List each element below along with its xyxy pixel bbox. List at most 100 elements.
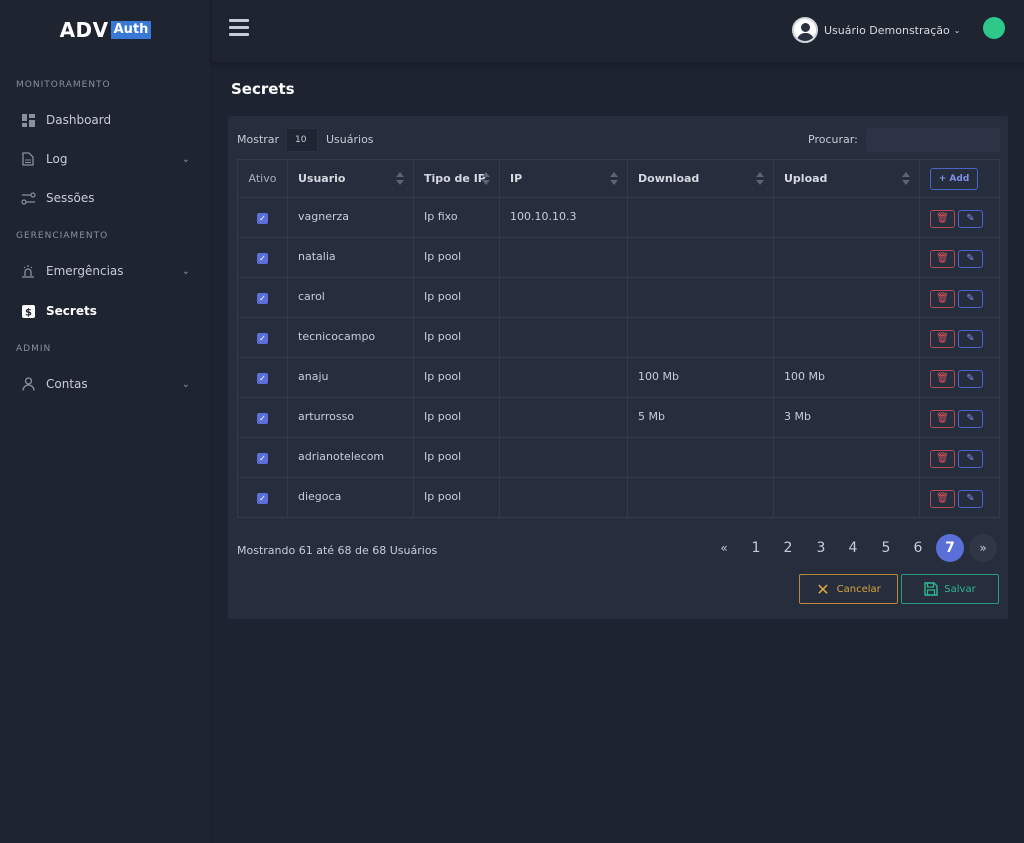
pagination-page[interactable]: 6	[904, 534, 932, 562]
chevron-down-icon: ⌄	[181, 265, 190, 277]
active-checkbox[interactable]: ✓	[257, 293, 268, 304]
download-cell: 100 Mb	[627, 357, 774, 398]
user-icon	[20, 376, 36, 392]
edit-button[interactable]: ✎	[958, 450, 983, 468]
edit-button[interactable]: ✎	[958, 210, 983, 228]
pagination-page[interactable]: 2	[774, 534, 802, 562]
pagination-page[interactable]: 1	[742, 534, 770, 562]
delete-button[interactable]: 🗑	[930, 290, 955, 308]
download-cell	[627, 197, 774, 238]
active-checkbox[interactable]: ✓	[257, 213, 268, 224]
download-cell	[627, 477, 774, 518]
show-suffix: Usuários	[326, 133, 374, 146]
pencil-icon: ✎	[966, 413, 975, 424]
sidebar-item-emergencias[interactable]: Emergências ⌄	[0, 253, 212, 289]
ativo-cell: ✓	[237, 277, 288, 318]
chevron-down-icon: ⌄	[953, 25, 961, 35]
pencil-icon: ✎	[966, 453, 975, 464]
pencil-icon: ✎	[966, 493, 975, 504]
chevron-down-icon: ⌄	[181, 153, 190, 165]
column-header-ip[interactable]: IP	[499, 159, 628, 198]
sidebar-item-log[interactable]: Log ⌄	[0, 141, 212, 177]
edit-button[interactable]: ✎	[958, 370, 983, 388]
upload-cell	[773, 277, 920, 318]
pagination-page[interactable]: 4	[839, 534, 867, 562]
active-checkbox[interactable]: ✓	[257, 373, 268, 384]
delete-button[interactable]: 🗑	[930, 210, 955, 228]
sort-icon	[481, 172, 491, 186]
add-button[interactable]: + Add	[930, 167, 978, 190]
emergency-icon	[20, 263, 36, 279]
download-cell	[627, 237, 774, 278]
sidebar-item-secrets[interactable]: $ Secrets	[0, 293, 212, 329]
active-checkbox[interactable]: ✓	[257, 333, 268, 344]
ativo-cell: ✓	[237, 197, 288, 238]
search-input[interactable]	[866, 128, 1000, 152]
top-bar: Usuário Demonstração ⌄	[212, 0, 1024, 62]
delete-button[interactable]: 🗑	[930, 330, 955, 348]
sidebar-item-contas[interactable]: Contas ⌄	[0, 366, 212, 402]
page-length-select[interactable]: 10	[286, 128, 318, 152]
actions-cell: 🗑 ✎	[919, 277, 1000, 318]
column-header-download[interactable]: Download	[627, 159, 774, 198]
page-title: Secrets	[231, 80, 295, 98]
sidebar-item-sessoes[interactable]: Sessões	[0, 180, 212, 216]
menu-icon[interactable]	[229, 19, 249, 36]
active-checkbox[interactable]: ✓	[257, 253, 268, 264]
delete-button[interactable]: 🗑	[930, 410, 955, 428]
sidebar-item-label: Secrets	[46, 304, 97, 318]
sidebar-item-label: Dashboard	[46, 113, 112, 127]
sort-icon	[755, 172, 765, 186]
download-cell	[627, 317, 774, 358]
sidebar: ADV Auth MONITORAMENTO Dashboard Log ⌄ S…	[0, 0, 212, 843]
download-cell	[627, 277, 774, 318]
save-button[interactable]: Salvar	[901, 574, 999, 604]
active-checkbox[interactable]: ✓	[257, 493, 268, 504]
active-checkbox[interactable]: ✓	[257, 453, 268, 464]
pagination-page-current[interactable]: 7	[936, 534, 964, 562]
ip-cell	[499, 277, 628, 318]
column-header-ativo[interactable]: Ativo	[237, 159, 288, 198]
pagination-page[interactable]: 3	[807, 534, 835, 562]
delete-button[interactable]: 🗑	[930, 490, 955, 508]
pagination-previous[interactable]: «	[710, 534, 738, 562]
ip-cell	[499, 237, 628, 278]
actions-cell: 🗑 ✎	[919, 197, 1000, 238]
user-menu[interactable]: Usuário Demonstração ⌄	[792, 16, 960, 44]
show-label: Mostrar	[237, 133, 280, 146]
edit-button[interactable]: ✎	[958, 490, 983, 508]
usuario-cell: tecnicocampo	[287, 317, 414, 358]
usuario-cell: carol	[287, 277, 414, 318]
tipo-ip-cell: Ip pool	[413, 277, 500, 318]
column-header-upload[interactable]: Upload	[773, 159, 920, 198]
column-header-label: Download	[638, 172, 700, 185]
ip-cell	[499, 477, 628, 518]
pagination-page[interactable]: 5	[872, 534, 900, 562]
column-header-label: Usuario	[298, 172, 346, 185]
delete-button[interactable]: 🗑	[930, 450, 955, 468]
active-checkbox[interactable]: ✓	[257, 413, 268, 424]
column-header-label: IP	[510, 172, 523, 185]
upload-cell: 100 Mb	[773, 357, 920, 398]
usuario-cell: vagnerza	[287, 197, 414, 238]
delete-button[interactable]: 🗑	[930, 250, 955, 268]
edit-button[interactable]: ✎	[958, 330, 983, 348]
actions-cell: 🗑 ✎	[919, 477, 1000, 518]
pagination-next[interactable]: »	[969, 534, 997, 562]
sidebar-item-dashboard[interactable]: Dashboard	[0, 102, 212, 138]
document-icon	[20, 151, 36, 167]
dashboard-icon	[20, 112, 36, 128]
edit-button[interactable]: ✎	[958, 290, 983, 308]
edit-button[interactable]: ✎	[958, 250, 983, 268]
cancel-button[interactable]: ✕ Cancelar	[799, 574, 898, 604]
column-header-tipo-ip[interactable]: Tipo de IP	[413, 159, 500, 198]
actions-cell: 🗑 ✎	[919, 237, 1000, 278]
usuario-cell: diegoca	[287, 477, 414, 518]
save-label: Salvar	[944, 583, 976, 595]
edit-button[interactable]: ✎	[958, 410, 983, 428]
search-label: Procurar:	[808, 133, 858, 146]
logo[interactable]: ADV Auth	[0, 0, 211, 60]
delete-button[interactable]: 🗑	[930, 370, 955, 388]
column-header-usuario[interactable]: Usuario	[287, 159, 414, 198]
secrets-card: Mostrar 10 Usuários Procurar: Ativo Usua…	[228, 116, 1008, 619]
